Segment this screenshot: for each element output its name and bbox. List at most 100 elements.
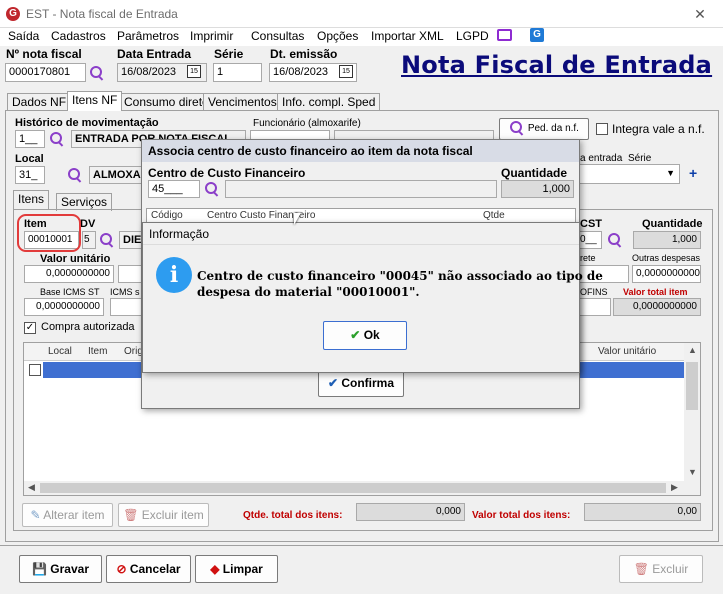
limpar-button[interactable]: ◆ Limpar bbox=[195, 555, 278, 583]
g-app-icon[interactable]: G bbox=[530, 28, 544, 42]
centro-custo-dialog-title: Associa centro de custo financeiro ao it… bbox=[142, 140, 579, 162]
confirma-button[interactable]: ✔ Confirma bbox=[318, 369, 404, 397]
add-icon[interactable]: + bbox=[689, 165, 697, 181]
window-title: EST - Nota fiscal de Entrada bbox=[26, 7, 178, 21]
cst-field[interactable]: 0__ bbox=[578, 231, 602, 249]
compra-autorizada-checkbox[interactable]: ✓ bbox=[24, 322, 36, 334]
valor-total-item-field: 0,0000000000 bbox=[613, 298, 701, 316]
tab-vencimentos[interactable]: Vencimentos bbox=[203, 93, 282, 111]
check-icon: ✔ bbox=[327, 376, 339, 390]
cancelar-button[interactable]: ⊘ Cancelar bbox=[106, 555, 191, 583]
entrada-select[interactable]: ▼ bbox=[578, 164, 680, 184]
highlight-ring bbox=[17, 214, 81, 252]
info-dialog-title: Informação bbox=[143, 223, 579, 245]
tab-itens-nf[interactable]: Itens NF bbox=[67, 91, 123, 111]
dialog-quantidade-field[interactable]: 1,000 bbox=[501, 180, 574, 198]
local-code-field[interactable]: 31_ bbox=[15, 166, 45, 184]
search-historico-icon[interactable] bbox=[49, 131, 65, 147]
grid-col-item[interactable]: Item bbox=[88, 346, 107, 357]
frete-label: rete bbox=[580, 253, 596, 263]
serie-sub-label: Série bbox=[628, 153, 652, 164]
monitor-icon[interactable] bbox=[497, 29, 512, 41]
valor-unitario-label: Valor unitário bbox=[40, 253, 111, 265]
search-nf-icon[interactable] bbox=[89, 65, 105, 81]
info-message-line1: Centro de custo financeiro "00045" não a… bbox=[197, 269, 603, 283]
alterar-item-label: Alterar item bbox=[43, 508, 105, 522]
search-local-icon[interactable] bbox=[67, 167, 83, 183]
scroll-left-icon[interactable]: ◀ bbox=[28, 482, 35, 493]
dialog-col-codigo[interactable]: Código bbox=[151, 210, 183, 221]
excluir-item-label: Excluir item bbox=[141, 508, 204, 522]
alterar-item-button[interactable]: ✎ Alterar item bbox=[22, 503, 113, 527]
tab-consumo-direto[interactable]: Consumo direto bbox=[119, 93, 214, 111]
row-checkbox[interactable] bbox=[29, 364, 41, 376]
menu-imprimir[interactable]: Imprimir bbox=[190, 28, 233, 45]
tab-info-compl-sped[interactable]: Info. compl. Sped bbox=[277, 93, 381, 111]
valor-unitario-field[interactable]: 0,0000000000 bbox=[24, 265, 114, 283]
calendar-icon[interactable]: 15 bbox=[339, 65, 353, 78]
info-icon: i bbox=[156, 257, 192, 293]
scroll-up-icon[interactable]: ▲ bbox=[688, 345, 697, 355]
tab-itens[interactable]: Itens bbox=[13, 190, 50, 210]
integra-checkbox[interactable] bbox=[596, 123, 608, 135]
menu-bar: Saída Cadastros Parâmetros Imprimir Cons… bbox=[0, 28, 723, 46]
centro-custo-label: Centro de Custo Financeiro bbox=[148, 166, 306, 180]
menu-importar-xml[interactable]: Importar XML bbox=[371, 28, 444, 45]
gravar-label: Gravar bbox=[50, 562, 89, 576]
centro-custo-desc-field bbox=[225, 180, 497, 198]
base-icms-st-field[interactable]: 0,0000000000 bbox=[24, 298, 104, 316]
dialog-col-qtde[interactable]: Qtde bbox=[483, 210, 505, 221]
quantidade-field[interactable]: 1,000 bbox=[633, 231, 701, 249]
local-desc-field: ALMOXA bbox=[89, 166, 149, 184]
ped-nf-button[interactable]: Ped. da n.f. bbox=[499, 118, 589, 140]
menu-cadastros[interactable]: Cadastros bbox=[51, 28, 106, 45]
info-dialog: Informação i Centro de custo financeiro … bbox=[142, 222, 603, 373]
grid-scroll-thumb[interactable] bbox=[686, 362, 698, 410]
nf-number-field[interactable]: 0000170801 bbox=[5, 63, 86, 82]
menu-lgpd[interactable]: LGPD bbox=[456, 28, 489, 45]
gravar-button[interactable]: 💾 Gravar bbox=[19, 555, 102, 583]
local-label: Local bbox=[15, 153, 44, 165]
excluir-label: Excluir bbox=[652, 562, 689, 576]
grid-col-local[interactable]: Local bbox=[48, 346, 72, 357]
valor-total-item-label: Valor total item bbox=[623, 287, 688, 297]
outras-despesas-label: Outras despesas bbox=[632, 253, 701, 263]
menu-saida[interactable]: Saída bbox=[8, 28, 39, 45]
serie-field[interactable]: 1 bbox=[213, 63, 262, 82]
grid-hscroll-thumb[interactable] bbox=[40, 483, 666, 493]
nf-number-label: Nº nota fiscal bbox=[6, 47, 82, 61]
ok-label: Ok bbox=[363, 328, 380, 342]
info-message-line2: despesa do material "00010001". bbox=[197, 285, 420, 299]
ok-button[interactable]: ✔ Ok bbox=[323, 321, 407, 350]
menu-parametros[interactable]: Parâmetros bbox=[117, 28, 179, 45]
scroll-down-icon[interactable]: ▼ bbox=[688, 467, 697, 477]
close-window-button[interactable]: ✕ bbox=[684, 5, 716, 23]
calendar-icon[interactable]: 15 bbox=[187, 65, 201, 78]
search-centro-custo-icon[interactable] bbox=[204, 181, 220, 197]
eraser-icon: ◆ bbox=[210, 562, 220, 576]
cofins-field[interactable] bbox=[578, 298, 611, 316]
menu-consultas[interactable]: Consultas bbox=[251, 28, 304, 45]
excluir-item-button[interactable]: 🗑 Excluir item bbox=[118, 503, 209, 527]
menu-opcoes[interactable]: Opções bbox=[317, 28, 358, 45]
mouse-cursor-icon bbox=[294, 213, 301, 225]
excluir-button[interactable]: 🗑 Excluir bbox=[619, 555, 703, 583]
historico-code-field[interactable]: 1__ bbox=[15, 130, 45, 148]
grid-col-valor-unitario[interactable]: Valor unitário bbox=[598, 346, 656, 357]
valor-total-label: Valor total dos itens: bbox=[472, 510, 571, 521]
qtde-total-label: Qtde. total dos itens: bbox=[243, 510, 343, 521]
search-item-icon[interactable] bbox=[99, 232, 115, 248]
search-cst-icon[interactable] bbox=[607, 232, 623, 248]
page-title: Nota Fiscal de Entrada bbox=[401, 51, 713, 79]
outras-despesas-field[interactable]: 0,0000000000 bbox=[632, 265, 701, 283]
check-icon: ✔ bbox=[350, 328, 361, 342]
integra-label: Integra vale a n.f. bbox=[612, 122, 705, 136]
confirma-label: Confirma bbox=[341, 376, 395, 390]
trash-icon: 🗑 bbox=[123, 508, 139, 522]
limpar-label: Limpar bbox=[222, 562, 263, 576]
cancel-icon: ⊘ bbox=[116, 562, 127, 576]
dv-field: 5 bbox=[82, 231, 96, 249]
tab-dados-nf[interactable]: Dados NF bbox=[7, 93, 72, 111]
centro-custo-field[interactable]: 45___ bbox=[148, 180, 200, 198]
scroll-right-icon[interactable]: ▶ bbox=[671, 482, 678, 493]
